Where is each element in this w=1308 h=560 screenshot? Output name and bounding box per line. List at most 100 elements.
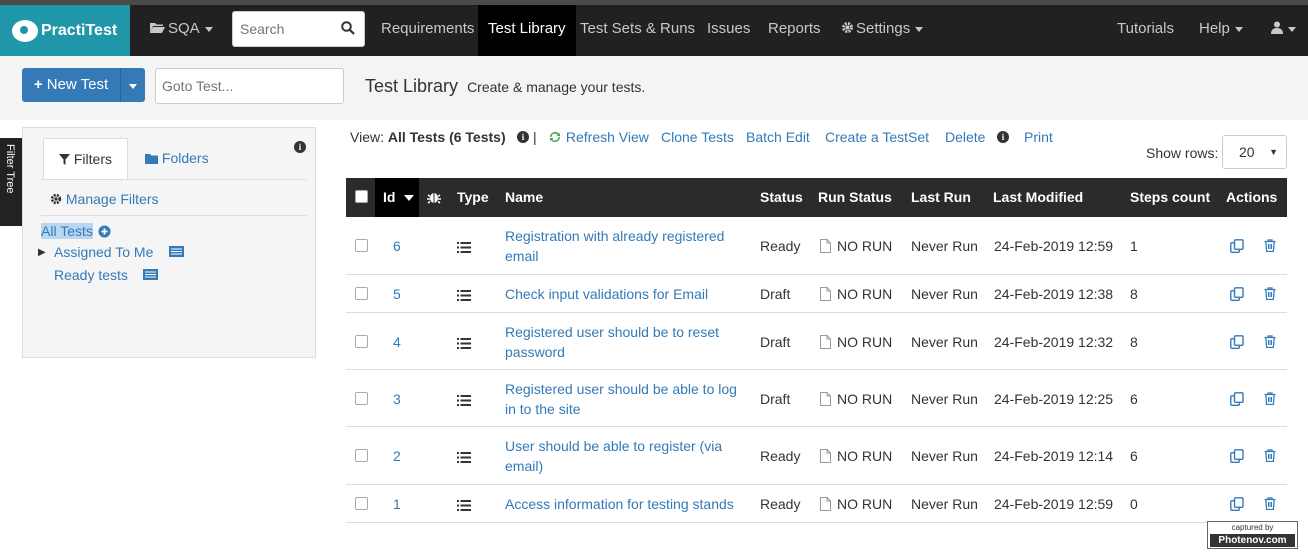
test-id-link[interactable]: 2 (393, 448, 401, 464)
row-checkbox[interactable] (355, 239, 368, 252)
expand-arrow-icon[interactable]: ▶ (38, 247, 46, 258)
refresh-view-link[interactable]: Refresh View (548, 129, 649, 145)
search-field[interactable] (232, 11, 365, 47)
row-checkbox[interactable] (355, 334, 368, 348)
test-name-link[interactable]: Check input validations for Email (505, 284, 743, 304)
clone-icon[interactable] (1230, 391, 1244, 406)
tab-folders[interactable]: Folders (145, 138, 209, 180)
info-icon[interactable]: i (997, 131, 1009, 143)
test-name-link[interactable]: Registered user should be to reset passw… (505, 322, 743, 362)
table-row[interactable]: 4 Registered user should be to reset pass… (346, 313, 1287, 370)
test-id-link[interactable]: 5 (393, 286, 401, 302)
row-checkbox[interactable] (355, 287, 368, 300)
list-view-icon[interactable] (169, 246, 184, 257)
goto-test-field[interactable] (155, 68, 344, 104)
test-name-link[interactable]: Access information for testing stands (505, 494, 743, 514)
table-row[interactable]: 6 Registration with already registered em… (346, 217, 1287, 275)
info-icon[interactable]: i (517, 131, 529, 143)
clone-icon[interactable] (1230, 497, 1244, 511)
column-steps-count[interactable]: Steps count (1130, 178, 1210, 217)
column-last-modified[interactable]: Last Modified (993, 178, 1083, 217)
info-icon[interactable]: i (294, 141, 306, 153)
table-row[interactable]: 2 User should be able to register (via em… (346, 427, 1287, 485)
delete-test-button[interactable] (1264, 497, 1276, 513)
row-checkbox[interactable] (355, 391, 368, 405)
column-status[interactable]: Status (760, 178, 803, 217)
batch-edit-link[interactable]: Batch Edit (746, 129, 810, 145)
table-row[interactable]: 1 Access information for testing stands Re… (346, 485, 1287, 523)
trash-icon[interactable] (1264, 239, 1276, 253)
select-all-checkbox[interactable] (355, 190, 368, 203)
delete-test-button[interactable] (1264, 334, 1276, 351)
trash-icon[interactable] (1264, 497, 1276, 511)
trash-icon[interactable] (1264, 391, 1276, 405)
nav-reports[interactable]: Reports (768, 5, 821, 56)
row-checkbox[interactable] (355, 497, 368, 510)
search-icon[interactable] (341, 21, 355, 35)
clone-icon[interactable] (1230, 287, 1244, 301)
delete-link[interactable]: Delete (945, 129, 985, 145)
test-name-link[interactable]: Registered user should be able to log in… (505, 379, 743, 419)
row-checkbox[interactable] (355, 449, 368, 462)
test-id-link[interactable]: 1 (393, 496, 401, 512)
sort-id-column[interactable]: Id (375, 178, 419, 217)
last-run: Never Run (911, 496, 978, 512)
clone-test-button[interactable] (1230, 334, 1244, 352)
nav-tutorials[interactable]: Tutorials (1117, 5, 1174, 56)
test-name-link[interactable]: User should be able to register (via ema… (505, 436, 743, 476)
rows-per-page-select[interactable]: 20 ▼ (1222, 135, 1287, 169)
test-id-link[interactable]: 3 (393, 391, 401, 407)
column-type[interactable]: Type (457, 178, 489, 217)
trash-icon[interactable] (1264, 287, 1276, 301)
nav-test-sets-runs[interactable]: Test Sets & Runs (580, 5, 695, 56)
test-id-link[interactable]: 6 (393, 238, 401, 254)
practitest-logo-icon (12, 19, 38, 42)
tab-filters[interactable]: Filters (43, 138, 128, 180)
clone-icon[interactable] (1230, 334, 1244, 349)
goto-test-input[interactable] (156, 69, 336, 103)
clone-test-button[interactable] (1230, 239, 1244, 256)
delete-test-button[interactable] (1264, 391, 1276, 408)
filter-ready-tests[interactable]: Ready tests (54, 267, 128, 283)
clone-tests-link[interactable]: Clone Tests (661, 129, 734, 145)
new-test-button[interactable]: + New Test (22, 68, 120, 102)
help-dropdown[interactable]: Help (1199, 5, 1243, 56)
clone-test-button[interactable] (1230, 497, 1244, 514)
project-dropdown[interactable]: SQA (150, 5, 213, 56)
trash-icon[interactable] (1264, 334, 1276, 348)
practitest-logo[interactable]: PractiTest (0, 5, 130, 56)
table-row[interactable]: 3 Registered user should be able to log i… (346, 370, 1287, 427)
filter-tree-toggle[interactable]: Filter Tree (0, 138, 22, 226)
add-circle-icon[interactable] (98, 225, 111, 238)
table-row[interactable]: 5 Check input validations for Email Draft N… (346, 275, 1287, 313)
search-input[interactable] (233, 12, 333, 46)
create-testset-link[interactable]: Create a TestSet (825, 129, 929, 145)
clone-icon[interactable] (1230, 239, 1244, 253)
manage-filters-link[interactable]: Manage Filters (50, 191, 158, 207)
nav-issues[interactable]: Issues (707, 5, 750, 56)
delete-test-button[interactable] (1264, 287, 1276, 303)
delete-test-button[interactable] (1264, 239, 1276, 255)
clone-icon[interactable] (1230, 449, 1244, 463)
column-last-run[interactable]: Last Run (911, 178, 971, 217)
last-modified: 24-Feb-2019 12:25 (994, 390, 1114, 407)
nav-test-library[interactable]: Test Library (478, 5, 576, 56)
column-run-status[interactable]: Run Status (818, 178, 892, 217)
filter-assigned-to-me[interactable]: Assigned To Me (54, 244, 153, 260)
user-menu[interactable] (1271, 5, 1296, 56)
settings-dropdown[interactable]: Settings (841, 5, 924, 56)
trash-icon[interactable] (1264, 449, 1276, 463)
test-name-link[interactable]: Registration with already registered ema… (505, 226, 743, 266)
list-view-icon[interactable] (143, 269, 158, 280)
clone-test-button[interactable] (1230, 391, 1244, 409)
page-title: Test Library Create & manage your tests. (365, 76, 646, 96)
nav-requirements[interactable]: Requirements (381, 5, 474, 56)
delete-test-button[interactable] (1264, 449, 1276, 465)
print-link[interactable]: Print (1024, 129, 1053, 145)
new-test-dropdown-button[interactable] (120, 68, 145, 102)
clone-test-button[interactable] (1230, 287, 1244, 304)
test-id-link[interactable]: 4 (393, 334, 401, 350)
filter-all-tests[interactable]: All Tests (41, 223, 93, 239)
column-name[interactable]: Name (505, 178, 543, 217)
clone-test-button[interactable] (1230, 449, 1244, 466)
